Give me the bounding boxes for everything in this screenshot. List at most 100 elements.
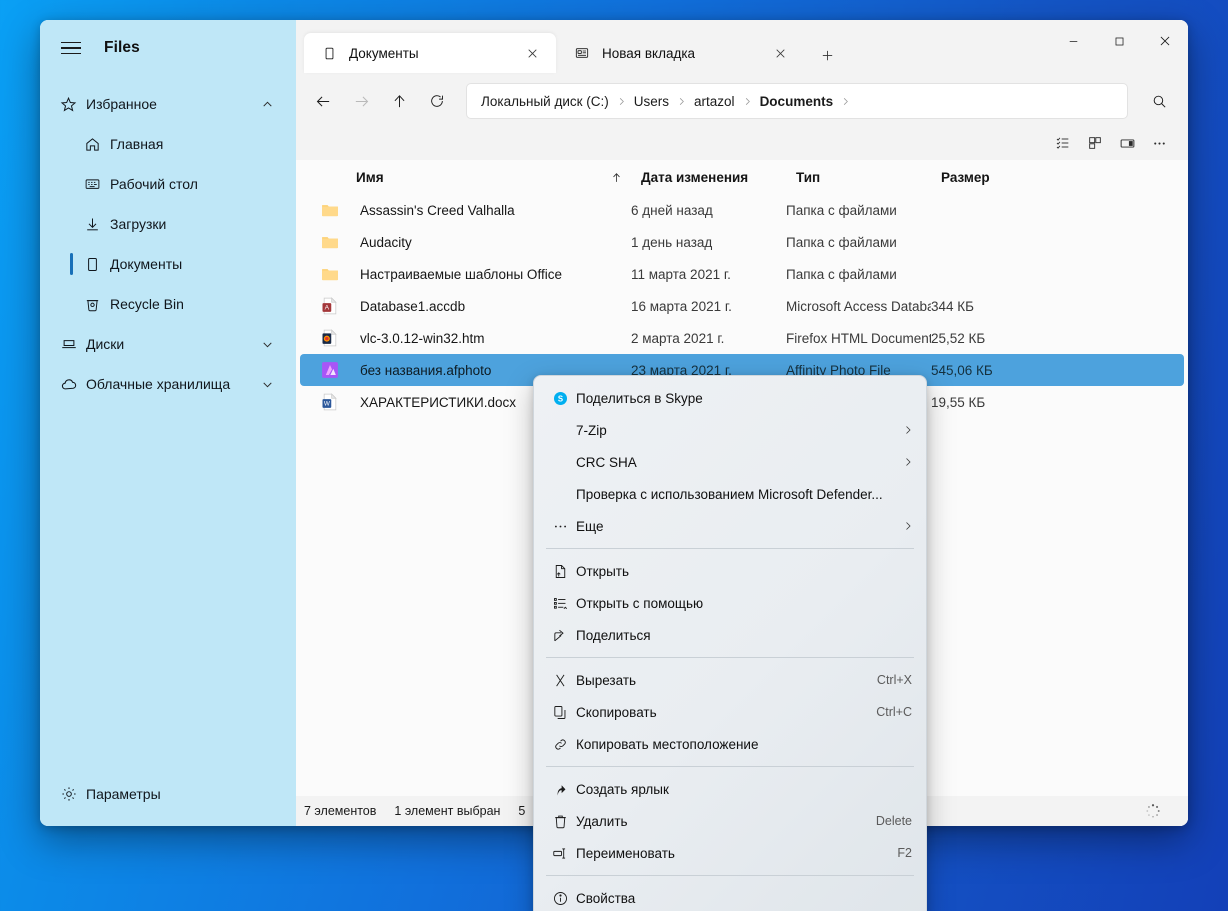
app-title: Files	[104, 39, 140, 56]
table-row[interactable]: Assassin's Creed Valhalla 6 дней назад П…	[300, 194, 1184, 226]
sidebar-item-downloads[interactable]: Загрузки	[40, 204, 296, 244]
menu-item-label: Еще	[576, 518, 604, 534]
sidebar-item-recycle-bin[interactable]: Recycle Bin	[40, 284, 296, 324]
status-items-count: 7 элементов	[304, 804, 377, 818]
search-icon[interactable]	[1142, 84, 1176, 118]
sidebar-item-label: Рабочий стол	[110, 176, 198, 192]
sidebar-item-home[interactable]: Главная	[40, 124, 296, 164]
file-name: vlc-3.0.12-win32.htm	[360, 330, 485, 346]
table-row[interactable]: A Database1.accdb 16 марта 2021 г. Micro…	[300, 290, 1184, 322]
menu-item-copy[interactable]: Скопировать Ctrl+C	[534, 696, 926, 728]
menu-item-properties[interactable]: Свойства	[534, 882, 926, 911]
delete-trash-icon	[544, 813, 576, 830]
breadcrumb-item[interactable]: Users	[630, 92, 673, 111]
skype-icon: S	[544, 390, 576, 407]
more-options-icon[interactable]	[1144, 129, 1174, 157]
sidebar-group-cloud-storage[interactable]: Облачные хранилища	[40, 364, 296, 404]
chevron-right-icon	[894, 456, 914, 468]
rename-icon	[544, 845, 576, 862]
forward-arrow-icon[interactable]	[344, 84, 378, 118]
sidebar-item-desktop[interactable]: Рабочий стол	[40, 164, 296, 204]
table-row[interactable]: vlc-3.0.12-win32.htm 2 марта 2021 г. Fir…	[300, 322, 1184, 354]
tab-strip: Документы Новая вкладка	[296, 20, 1188, 76]
file-name: Настраиваемые шаблоны Office	[360, 266, 562, 282]
file-size: 19,55 КБ	[931, 394, 986, 410]
sort-ascending-icon	[610, 171, 641, 184]
new-tab-button[interactable]	[810, 38, 844, 72]
menu-item-label: Удалить	[576, 813, 628, 829]
column-header-name[interactable]: Имя	[356, 170, 641, 185]
chevron-right-icon	[837, 96, 854, 107]
affinity-file-icon	[314, 360, 346, 380]
breadcrumb[interactable]: Локальный диск (C:) Users artazol Docume…	[466, 83, 1128, 119]
menu-item-more[interactable]: Еще	[534, 510, 926, 542]
column-header-size[interactable]: Размер	[941, 170, 1061, 185]
breadcrumb-item[interactable]: Локальный диск (C:)	[477, 92, 613, 111]
menu-item-cut[interactable]: Вырезать Ctrl+X	[534, 664, 926, 696]
close-icon[interactable]	[1142, 20, 1188, 62]
menu-item-open-with[interactable]: Открыть с помощью	[534, 587, 926, 619]
file-size: 344 КБ	[931, 298, 974, 314]
ellipsis-icon	[544, 518, 576, 535]
back-arrow-icon[interactable]	[306, 84, 340, 118]
minimize-icon[interactable]	[1050, 20, 1096, 62]
menu-icon[interactable]	[52, 32, 90, 64]
info-icon	[544, 890, 576, 907]
file-type: Microsoft Access Databa	[786, 298, 931, 314]
table-row[interactable]: Настраиваемые шаблоны Office 11 марта 20…	[300, 258, 1184, 290]
menu-item-copy-location[interactable]: Копировать местоположение	[534, 728, 926, 760]
up-arrow-icon[interactable]	[382, 84, 416, 118]
link-icon	[544, 736, 576, 753]
menu-item-shortcut: Delete	[875, 814, 912, 828]
sidebar-item-settings[interactable]: Параметры	[40, 774, 296, 814]
menu-item-label: Копировать местоположение	[576, 736, 759, 752]
tab-new-tab[interactable]: Новая вкладка	[556, 33, 804, 73]
breadcrumb-item[interactable]: artazol	[690, 92, 739, 111]
address-bar: Локальный диск (C:) Users artazol Docume…	[296, 76, 1188, 126]
sidebar-group-drives[interactable]: Диски	[40, 324, 296, 364]
menu-item-rename[interactable]: Переименовать F2	[534, 837, 926, 869]
layout-options-icon[interactable]	[1080, 129, 1110, 157]
file-name: Database1.accdb	[360, 298, 466, 314]
menu-item-share[interactable]: Поделиться	[534, 619, 926, 651]
firefox-file-icon	[314, 328, 346, 348]
menu-item-share-skype[interactable]: S Поделиться в Skype	[534, 382, 926, 414]
menu-item-7zip[interactable]: 7-Zip	[534, 414, 926, 446]
menu-item-open[interactable]: Открыть	[534, 555, 926, 587]
svg-text:A: A	[325, 305, 330, 312]
folder-icon	[314, 200, 346, 220]
column-header-type[interactable]: Тип	[796, 170, 941, 185]
menu-item-create-shortcut[interactable]: Создать ярлык	[534, 773, 926, 805]
table-row[interactable]: Audacity 1 день назад Папка с файлами	[300, 226, 1184, 258]
file-type: Firefox HTML Document	[786, 330, 931, 346]
menu-item-label: Открыть с помощью	[576, 595, 704, 611]
sort-options-icon[interactable]	[1048, 129, 1078, 157]
desktop-icon	[84, 176, 110, 193]
column-header-date[interactable]: Дата изменения	[641, 170, 796, 185]
open-with-icon	[544, 595, 576, 612]
sidebar-group-label: Облачные хранилища	[86, 376, 231, 392]
sidebar-group-favorites[interactable]: Избранное	[40, 84, 296, 124]
chevron-right-icon	[739, 96, 756, 107]
breadcrumb-item-current[interactable]: Documents	[756, 92, 838, 111]
maximize-icon[interactable]	[1096, 20, 1142, 62]
drive-icon	[60, 335, 86, 353]
tab-documents[interactable]: Документы	[304, 33, 556, 73]
file-size: 25,52 КБ	[931, 330, 986, 346]
menu-item-label: Переименовать	[576, 845, 675, 861]
sidebar-item-documents[interactable]: Документы	[40, 244, 296, 284]
shortcut-arrow-icon	[544, 781, 576, 798]
refresh-icon[interactable]	[420, 84, 454, 118]
sidebar-item-label: Главная	[110, 136, 164, 152]
menu-item-label: Создать ярлык	[576, 781, 669, 797]
menu-item-label: Поделиться в Skype	[576, 390, 703, 406]
document-icon	[84, 256, 110, 273]
menu-item-defender-scan[interactable]: Проверка с использованием Microsoft Defe…	[534, 478, 926, 510]
menu-item-delete[interactable]: Удалить Delete	[534, 805, 926, 837]
preview-pane-icon[interactable]	[1112, 129, 1142, 157]
file-name: Audacity	[360, 234, 412, 250]
menu-item-crc-sha[interactable]: CRC SHA	[534, 446, 926, 478]
sidebar-item-label: Загрузки	[110, 216, 167, 232]
close-icon[interactable]	[518, 39, 546, 67]
close-icon[interactable]	[766, 39, 794, 67]
